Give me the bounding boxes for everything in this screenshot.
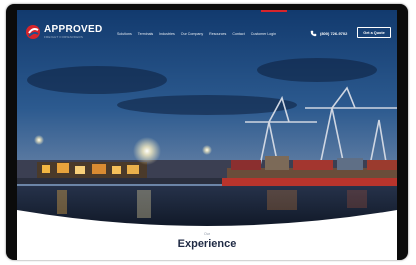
site-header: APPROVED FREIGHT FORWARDERS Solutions Te… [17, 10, 397, 52]
main-nav: Solutions Terminals Industries Our Compa… [117, 32, 276, 36]
device-frame: APPROVED FREIGHT FORWARDERS Solutions Te… [6, 4, 408, 260]
phone-link[interactable]: (800) 726-9702 [310, 30, 347, 37]
logo-text: APPROVED FREIGHT FORWARDERS [44, 25, 103, 39]
nav-item-our-company[interactable]: Our Company [181, 32, 203, 36]
nav-item-contact[interactable]: Contact [232, 32, 244, 36]
section-title: Experience [177, 238, 237, 250]
logo-name: APPROVED [44, 24, 103, 35]
nav-item-industries[interactable]: Industries [159, 32, 175, 36]
logo-mark-icon [26, 25, 40, 39]
site-logo[interactable]: APPROVED FREIGHT FORWARDERS [25, 24, 103, 40]
browser-viewport: APPROVED FREIGHT FORWARDERS Solutions Te… [17, 10, 397, 260]
logo-tagline: FREIGHT FORWARDERS [44, 35, 84, 39]
phone-number: (800) 726-9702 [320, 31, 348, 36]
nav-item-solutions[interactable]: Solutions [117, 32, 132, 36]
hero-banner: APPROVED FREIGHT FORWARDERS Solutions Te… [17, 10, 397, 228]
nav-item-resources[interactable]: Resources [209, 32, 226, 36]
section-eyebrow: Our [204, 232, 210, 236]
phone-icon [310, 30, 317, 37]
nav-item-customer-login[interactable]: Customer Login [251, 32, 276, 36]
nav-item-terminals[interactable]: Terminals [138, 32, 153, 36]
get-a-quote-button[interactable]: Get a Quote [357, 27, 391, 38]
